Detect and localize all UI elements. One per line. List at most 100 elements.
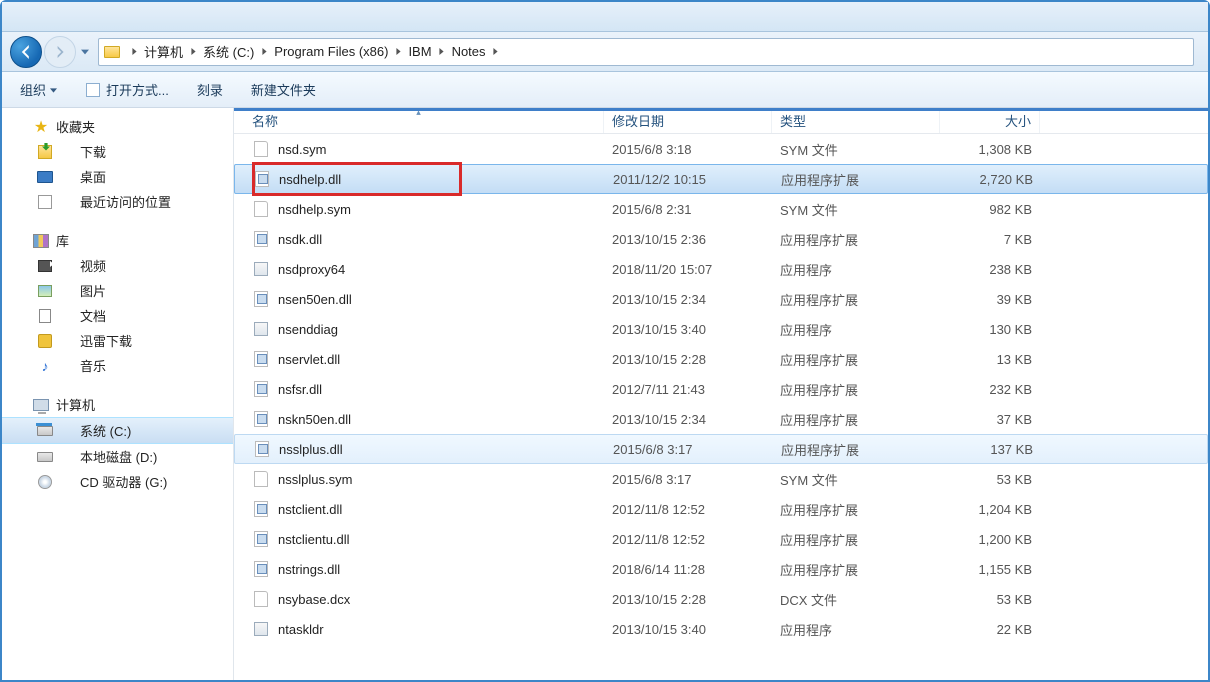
sidebar-item-label: 图片 [58, 281, 106, 300]
sidebar-item-cd-drive[interactable]: CD 驱动器 (G:) [2, 469, 233, 494]
file-size: 232 KB [940, 382, 1040, 397]
file-row[interactable]: nsd.sym2015/6/8 3:18SYM 文件1,308 KB [234, 134, 1208, 164]
sidebar-item-desktop[interactable]: 桌面 [2, 164, 233, 189]
file-icon [252, 590, 270, 608]
file-icon [252, 260, 270, 278]
file-date: 2013/10/15 2:34 [604, 412, 772, 427]
file-row[interactable]: nsfsr.dll2012/7/11 21:43应用程序扩展232 KB [234, 374, 1208, 404]
file-row[interactable]: nservlet.dll2013/10/15 2:28应用程序扩展13 KB [234, 344, 1208, 374]
forward-button[interactable] [44, 36, 76, 68]
file-icon [252, 410, 270, 428]
burn-button[interactable]: 刻录 [189, 76, 231, 103]
file-date: 2013/10/15 2:28 [604, 592, 772, 607]
file-type: SYM 文件 [772, 200, 940, 219]
column-type[interactable]: 类型 [772, 108, 940, 133]
sidebar-computer-header[interactable]: 计算机 [2, 392, 233, 417]
file-date: 2013/10/15 3:40 [604, 322, 772, 337]
breadcrumb-system-c[interactable]: 系统 (C:) [200, 40, 257, 64]
breadcrumb-notes[interactable]: Notes [449, 40, 489, 64]
file-row[interactable]: nstrings.dll2018/6/14 11:28应用程序扩展1,155 K… [234, 554, 1208, 584]
file-type: 应用程序 [772, 620, 940, 639]
file-row[interactable]: ntaskldr2013/10/15 3:40应用程序22 KB [234, 614, 1208, 644]
chevron-right-icon[interactable] [435, 40, 449, 64]
sidebar-libraries-header[interactable]: 库 [2, 228, 233, 253]
column-date[interactable]: 修改日期 [604, 108, 772, 133]
sidebar-item-thunder[interactable]: 迅雷下载 [2, 328, 233, 353]
file-row[interactable]: nsslplus.sym2015/6/8 3:17SYM 文件53 KB [234, 464, 1208, 494]
file-icon [253, 170, 271, 188]
file-list[interactable]: 名称 修改日期 类型 大小 nsd.sym2015/6/8 3:18SYM 文件… [234, 108, 1208, 680]
file-row[interactable]: nsdk.dll2013/10/15 2:36应用程序扩展7 KB [234, 224, 1208, 254]
column-headers: 名称 修改日期 类型 大小 [234, 108, 1208, 134]
new-folder-label: 新建文件夹 [251, 80, 316, 99]
file-icon [252, 560, 270, 578]
back-button[interactable] [10, 36, 42, 68]
file-date: 2015/6/8 2:31 [604, 202, 772, 217]
file-row[interactable]: nsdproxy642018/11/20 15:07应用程序238 KB [234, 254, 1208, 284]
sidebar-favorites-label: 收藏夹 [56, 117, 95, 136]
file-size: 13 KB [940, 352, 1040, 367]
file-type: 应用程序扩展 [772, 560, 940, 579]
column-name[interactable]: 名称 [234, 108, 604, 133]
organize-button[interactable]: 组织 [12, 76, 65, 103]
file-row[interactable]: nstclientu.dll2012/11/8 12:52应用程序扩展1,200… [234, 524, 1208, 554]
file-date: 2013/10/15 2:34 [604, 292, 772, 307]
chevron-right-icon[interactable] [257, 40, 271, 64]
open-with-button[interactable]: 打开方式... [77, 76, 177, 103]
file-size: 137 KB [941, 442, 1041, 457]
new-folder-button[interactable]: 新建文件夹 [243, 76, 324, 103]
file-date: 2013/10/15 3:40 [604, 622, 772, 637]
file-size: 7 KB [940, 232, 1040, 247]
sidebar-item-videos[interactable]: 视频 [2, 253, 233, 278]
sidebar-item-label: 桌面 [58, 167, 106, 186]
file-size: 1,155 KB [940, 562, 1040, 577]
file-row[interactable]: nskn50en.dll2013/10/15 2:34应用程序扩展37 KB [234, 404, 1208, 434]
sidebar-item-documents[interactable]: 文档 [2, 303, 233, 328]
sidebar-item-downloads[interactable]: 下载 [2, 139, 233, 164]
file-type: 应用程序扩展 [773, 440, 941, 459]
sidebar-item-recent[interactable]: 最近访问的位置 [2, 189, 233, 214]
file-row[interactable]: nsdhelp.sym2015/6/8 2:31SYM 文件982 KB [234, 194, 1208, 224]
sidebar-item-drive-d[interactable]: 本地磁盘 (D:) [2, 444, 233, 469]
toolbar: 组织 打开方式... 刻录 新建文件夹 [2, 72, 1208, 108]
sidebar: ★ 收藏夹 下载 桌面 最近访问的位置 库 视频 [2, 108, 234, 680]
file-row[interactable]: nsen50en.dll2013/10/15 2:34应用程序扩展39 KB [234, 284, 1208, 314]
breadcrumb-computer[interactable]: 计算机 [141, 40, 186, 64]
file-size: 53 KB [940, 472, 1040, 487]
star-icon: ★ [32, 119, 50, 135]
file-size: 2,720 KB [941, 172, 1041, 187]
file-type: 应用程序扩展 [772, 290, 940, 309]
sidebar-item-label: 音乐 [58, 356, 106, 375]
file-row[interactable]: nsslplus.dll2015/6/8 3:17应用程序扩展137 KB [234, 434, 1208, 464]
address-bar[interactable]: 计算机 系统 (C:) Program Files (x86) IBM Note… [98, 38, 1194, 66]
breadcrumb-ibm[interactable]: IBM [405, 40, 434, 64]
chevron-right-icon[interactable] [127, 40, 141, 64]
chevron-right-icon[interactable] [186, 40, 200, 64]
sidebar-item-drive-c[interactable]: 系统 (C:) [2, 417, 233, 444]
sidebar-item-label: 文档 [58, 306, 106, 325]
file-row[interactable]: nsybase.dcx2013/10/15 2:28DCX 文件53 KB [234, 584, 1208, 614]
sidebar-item-music[interactable]: ♪ 音乐 [2, 353, 233, 378]
chevron-right-icon[interactable] [489, 40, 503, 64]
file-name: nstrings.dll [278, 562, 340, 577]
file-name: nsdk.dll [278, 232, 322, 247]
file-type: SYM 文件 [772, 470, 940, 489]
file-type: SYM 文件 [772, 140, 940, 159]
file-row[interactable]: nstclient.dll2012/11/8 12:52应用程序扩展1,204 … [234, 494, 1208, 524]
sidebar-favorites-header[interactable]: ★ 收藏夹 [2, 114, 233, 139]
file-size: 130 KB [940, 322, 1040, 337]
music-icon: ♪ [36, 358, 54, 374]
file-row[interactable]: nsenddiag2013/10/15 3:40应用程序130 KB [234, 314, 1208, 344]
file-size: 22 KB [940, 622, 1040, 637]
file-size: 1,200 KB [940, 532, 1040, 547]
drive-icon [36, 423, 54, 439]
file-date: 2015/6/8 3:17 [604, 472, 772, 487]
breadcrumb-program-files[interactable]: Program Files (x86) [271, 40, 391, 64]
file-type: 应用程序扩展 [772, 500, 940, 519]
column-size[interactable]: 大小 [940, 108, 1040, 133]
file-size: 37 KB [940, 412, 1040, 427]
history-dropdown[interactable] [78, 37, 92, 67]
file-row[interactable]: nsdhelp.dll2011/12/2 10:15应用程序扩展2,720 KB [234, 164, 1208, 194]
chevron-right-icon[interactable] [391, 40, 405, 64]
sidebar-item-pictures[interactable]: 图片 [2, 278, 233, 303]
